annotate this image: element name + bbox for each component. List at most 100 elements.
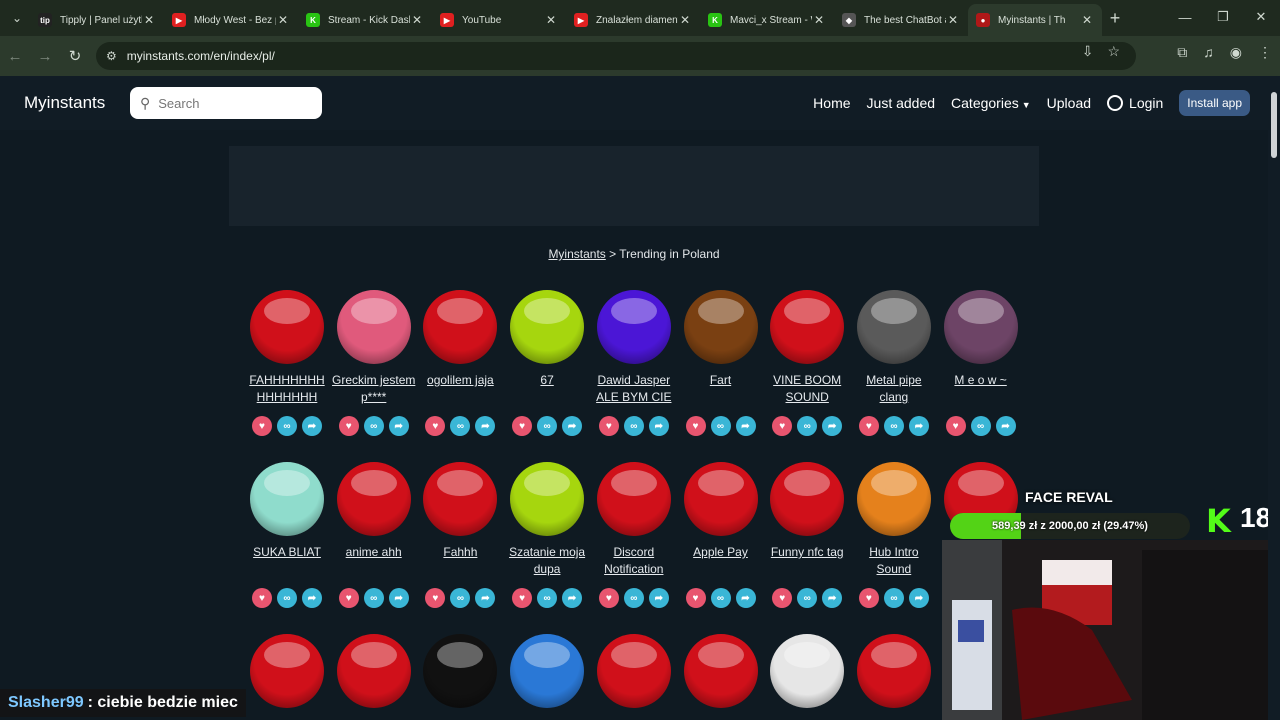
share-icon[interactable]: ➦ bbox=[735, 588, 756, 608]
favorite-heart-icon[interactable]: ♥ bbox=[945, 416, 966, 436]
copy-link-icon[interactable]: ∞ bbox=[363, 588, 384, 608]
tab-close-icon[interactable]: ✕ bbox=[1080, 13, 1094, 27]
copy-link-icon[interactable]: ∞ bbox=[450, 416, 471, 436]
back-icon[interactable]: ← bbox=[0, 48, 30, 65]
favorite-heart-icon[interactable]: ♥ bbox=[512, 416, 533, 436]
sound-play-button[interactable] bbox=[856, 462, 931, 536]
sound-label-link[interactable]: Apple Pay bbox=[678, 544, 764, 580]
install-app-icon[interactable]: ⇩ bbox=[1082, 43, 1094, 60]
extensions-icon[interactable]: ⧉ bbox=[1177, 44, 1187, 61]
sound-label-link[interactable]: Dawid Jasper ALE BYM CIE bbox=[591, 372, 677, 408]
sound-label-link[interactable]: Fahhh bbox=[417, 544, 503, 580]
sound-play-button[interactable] bbox=[250, 290, 324, 364]
sound-label-link[interactable]: M e o w ~ bbox=[938, 372, 1024, 408]
install-app-button[interactable]: Install app bbox=[1179, 90, 1250, 116]
tab-close-icon[interactable]: ✕ bbox=[946, 13, 960, 27]
share-icon[interactable]: ➦ bbox=[822, 416, 843, 436]
sound-play-button[interactable] bbox=[596, 462, 671, 536]
favorite-heart-icon[interactable]: ♥ bbox=[772, 416, 793, 436]
favorite-heart-icon[interactable]: ♥ bbox=[598, 588, 619, 608]
nav-just-added[interactable]: Just added bbox=[867, 95, 936, 111]
copy-link-icon[interactable]: ∞ bbox=[797, 588, 818, 608]
sound-play-button[interactable] bbox=[683, 634, 758, 708]
sound-label-link[interactable]: FAHHHHHHH HHHHHHH bbox=[244, 372, 330, 408]
browser-tab[interactable]: ▶ Znalazłem diamenty ✕ bbox=[566, 4, 700, 36]
menu-kebab-icon[interactable]: ⋮ bbox=[1258, 44, 1272, 61]
sound-play-button[interactable] bbox=[683, 462, 758, 536]
copy-link-icon[interactable]: ∞ bbox=[363, 416, 384, 436]
copy-link-icon[interactable]: ∞ bbox=[710, 588, 731, 608]
nav-categories[interactable]: Categories ▼ bbox=[951, 95, 1031, 111]
browser-tab[interactable]: ▶ Młody West - Bez p ✕ bbox=[164, 4, 298, 36]
search-box[interactable]: ⚲ bbox=[130, 87, 322, 119]
nav-upload[interactable]: Upload bbox=[1047, 95, 1091, 111]
share-icon[interactable]: ➦ bbox=[562, 416, 583, 436]
share-icon[interactable]: ➦ bbox=[302, 588, 322, 608]
sound-play-button[interactable] bbox=[943, 290, 1018, 364]
favorite-heart-icon[interactable]: ♥ bbox=[685, 588, 706, 608]
favorite-heart-icon[interactable]: ♥ bbox=[858, 588, 879, 608]
share-icon[interactable]: ➦ bbox=[648, 588, 669, 608]
sound-play-button[interactable] bbox=[596, 634, 671, 708]
copy-link-icon[interactable]: ∞ bbox=[970, 416, 991, 436]
share-icon[interactable]: ➦ bbox=[562, 588, 583, 608]
copy-link-icon[interactable]: ∞ bbox=[277, 588, 297, 608]
sound-label-link[interactable]: Fart bbox=[678, 372, 764, 408]
sound-play-button[interactable] bbox=[250, 634, 324, 708]
site-brand[interactable]: Myinstants bbox=[24, 93, 130, 113]
favorite-heart-icon[interactable]: ♥ bbox=[598, 416, 619, 436]
nav-login[interactable]: Login bbox=[1107, 95, 1163, 111]
sound-label-link[interactable]: Discord Notification bbox=[591, 544, 677, 580]
reload-icon[interactable]: ↻ bbox=[60, 47, 90, 65]
forward-icon[interactable]: → bbox=[30, 48, 60, 65]
share-icon[interactable]: ➦ bbox=[995, 416, 1016, 436]
scrollbar-thumb[interactable] bbox=[1271, 92, 1277, 158]
favorite-heart-icon[interactable]: ♥ bbox=[685, 416, 706, 436]
browser-tab[interactable]: K Stream - Kick Dashb✕ bbox=[298, 4, 432, 36]
new-tab-button[interactable]: + bbox=[1102, 8, 1128, 29]
copy-link-icon[interactable]: ∞ bbox=[883, 588, 904, 608]
sound-label-link[interactable]: SUKA BLIAT bbox=[244, 544, 330, 580]
share-icon[interactable]: ➦ bbox=[735, 416, 756, 436]
copy-link-icon[interactable]: ∞ bbox=[623, 588, 644, 608]
favorite-heart-icon[interactable]: ♥ bbox=[425, 588, 446, 608]
share-icon[interactable]: ➦ bbox=[388, 416, 409, 436]
search-input[interactable] bbox=[158, 95, 309, 111]
share-icon[interactable]: ➦ bbox=[475, 588, 496, 608]
tab-close-icon[interactable]: ✕ bbox=[678, 13, 692, 27]
copy-link-icon[interactable]: ∞ bbox=[710, 416, 731, 436]
sound-play-button[interactable] bbox=[336, 634, 411, 708]
tab-close-icon[interactable]: ✕ bbox=[812, 13, 826, 27]
media-control-icon[interactable]: ♫ bbox=[1203, 44, 1214, 61]
browser-tab[interactable]: ▶ YouTube ✕ bbox=[432, 4, 566, 36]
page-scrollbar[interactable] bbox=[1268, 76, 1280, 720]
sound-label-link[interactable]: ogolilem jaja bbox=[417, 372, 503, 408]
share-icon[interactable]: ➦ bbox=[908, 588, 929, 608]
sound-play-button[interactable] bbox=[856, 290, 931, 364]
share-icon[interactable]: ➦ bbox=[388, 588, 409, 608]
sound-play-button[interactable] bbox=[423, 290, 498, 364]
sound-label-link[interactable]: 67 bbox=[504, 372, 590, 408]
profile-avatar-icon[interactable]: ◉ bbox=[1230, 44, 1242, 61]
site-info-icon[interactable]: ⚙ bbox=[106, 49, 117, 63]
copy-link-icon[interactable]: ∞ bbox=[537, 588, 558, 608]
sound-label-link[interactable]: Hub Intro Sound bbox=[851, 544, 937, 580]
address-bar[interactable]: ⚙ myinstants.com/en/index/pl/ bbox=[96, 42, 1136, 70]
sound-label-link[interactable]: Funny nfc tag bbox=[764, 544, 850, 580]
sound-play-button[interactable] bbox=[423, 462, 498, 536]
sound-play-button[interactable] bbox=[250, 462, 324, 536]
sound-play-button[interactable] bbox=[510, 290, 585, 364]
favorite-heart-icon[interactable]: ♥ bbox=[338, 416, 359, 436]
copy-link-icon[interactable]: ∞ bbox=[883, 416, 904, 436]
share-icon[interactable]: ➦ bbox=[648, 416, 669, 436]
sound-play-button[interactable] bbox=[510, 634, 585, 708]
share-icon[interactable]: ➦ bbox=[822, 588, 843, 608]
copy-link-icon[interactable]: ∞ bbox=[797, 416, 818, 436]
minimize-icon[interactable]: — bbox=[1166, 10, 1204, 25]
favorite-heart-icon[interactable]: ♥ bbox=[338, 588, 359, 608]
tab-close-icon[interactable]: ✕ bbox=[142, 13, 156, 27]
tab-close-icon[interactable]: ✕ bbox=[544, 13, 558, 27]
sound-play-button[interactable] bbox=[596, 290, 671, 364]
browser-tab[interactable]: ● Myinstants | Th ✕ bbox=[968, 4, 1102, 36]
copy-link-icon[interactable]: ∞ bbox=[537, 416, 558, 436]
